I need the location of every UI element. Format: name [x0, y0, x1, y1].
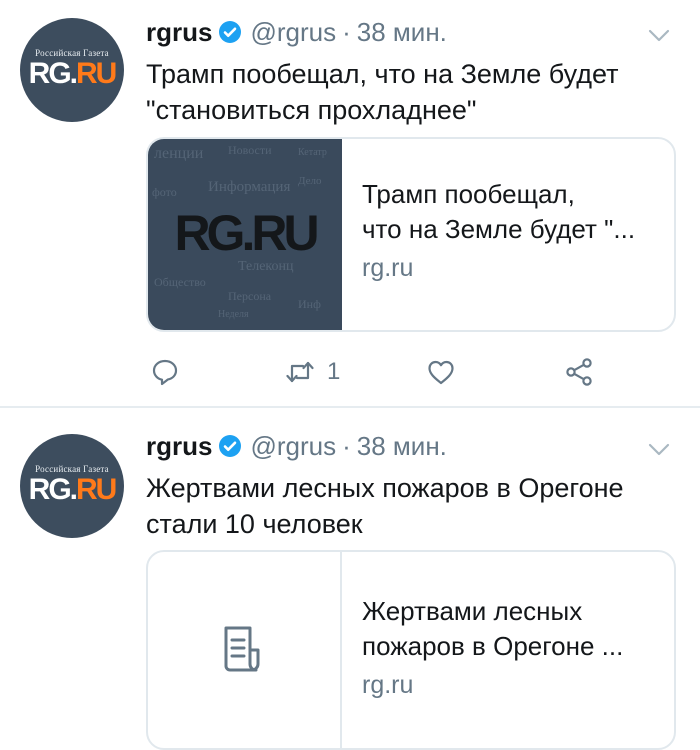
link-card[interactable]: Жертвами лесных пожаров в Орегоне ... rg… [146, 550, 676, 750]
user-handle[interactable]: @rgrus [250, 431, 336, 462]
card-image: ленции Новости Кетатр Информация фото Де… [148, 139, 342, 330]
tweet-time[interactable]: 38 мин. [357, 17, 447, 48]
avatar-logo: RG.RU [28, 57, 118, 90]
user-name[interactable]: rgrus [146, 17, 212, 48]
heart-icon [428, 360, 454, 385]
chevron-down-icon[interactable] [646, 436, 672, 462]
avatar-logo: RG.RU [28, 473, 118, 506]
card-title-line2: пожаров в Орегоне ... [362, 631, 624, 661]
separator: · [342, 430, 351, 461]
verified-badge-icon [219, 435, 242, 457]
card-placeholder [148, 552, 342, 748]
tweet[interactable]: Российская Газета RG.RU rgrus @rgrus · 3… [0, 0, 700, 408]
separator: · [342, 16, 351, 47]
card-title-line1: Жертвами лесных [362, 596, 583, 626]
card-body: Жертвами лесных пожаров в Орегоне ... rg… [362, 594, 662, 702]
user-handle[interactable]: @rgrus [250, 17, 336, 48]
card-body: Трамп пообещал, что на Земле будет "... … [362, 177, 662, 285]
chevron-down-icon[interactable] [646, 22, 672, 48]
tweet[interactable]: Российская Газета RG.RU rgrus @rgrus · 3… [0, 408, 700, 750]
retweet-icon [286, 361, 314, 383]
tweet-time[interactable]: 38 мин. [357, 431, 447, 462]
card-title-line1: Трамп пообещал, [362, 179, 575, 209]
retweet-count: 1 [327, 358, 341, 385]
retweet-button[interactable]: 1 [285, 352, 340, 392]
card-logo: RG.RU [174, 205, 319, 261]
like-button[interactable] [426, 352, 456, 392]
avatar[interactable]: Российская Газета RG.RU [20, 434, 124, 538]
link-card[interactable]: ленции Новости Кетатр Информация фото Де… [146, 137, 676, 332]
document-icon [224, 626, 260, 672]
reply-button[interactable] [150, 352, 180, 392]
card-domain: rg.ru [362, 671, 414, 699]
share-button[interactable] [564, 352, 594, 392]
card-domain: rg.ru [362, 254, 414, 282]
tweet-header: rgrus @rgrus · 38 мин. [146, 14, 447, 50]
avatar[interactable]: Российская Газета RG.RU [20, 18, 124, 122]
verified-badge-icon [219, 21, 242, 43]
tweet-text: Жертвами лесных пожаров в Орегоне стали … [146, 473, 624, 539]
tweet-text: Трамп пообещал, что на Земле будет "стан… [146, 59, 619, 125]
tweet-header: rgrus @rgrus · 38 мин. [146, 428, 447, 464]
card-title-line2: что на Земле будет "... [362, 214, 636, 244]
share-icon [566, 358, 592, 386]
reply-icon [152, 359, 178, 386]
user-name[interactable]: rgrus [146, 431, 212, 462]
tweet-actions: 1 [150, 352, 610, 392]
